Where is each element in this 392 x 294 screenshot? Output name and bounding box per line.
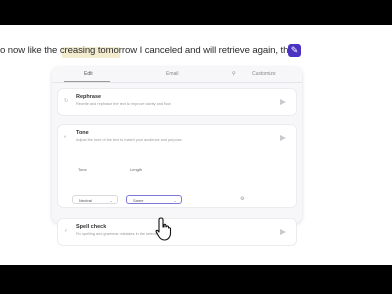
tone-select-value: Neutral — [79, 198, 92, 203]
tab-email[interactable]: Email — [166, 71, 179, 77]
tool-description: Rewrite and rephrase the text to improve… — [76, 102, 171, 106]
length-select[interactable]: Same ⌄ — [126, 195, 182, 204]
customize-icon[interactable]: ⚲ — [232, 71, 236, 77]
tone-icon: ◐ — [64, 134, 68, 140]
document-sentence: o now like the creasing tomorrow I cance… — [0, 43, 392, 59]
tool-name: Tone — [76, 130, 89, 136]
tone-option-label: Tone — [78, 167, 87, 172]
tab-edit[interactable]: Edit — [84, 71, 93, 77]
sentence-text: o now like the creasing tomorrow I cance… — [0, 45, 294, 56]
panel-tabs: Edit Email ⚲ Customize — [52, 67, 302, 83]
send-icon[interactable] — [280, 99, 286, 105]
send-icon[interactable] — [280, 229, 286, 235]
spell-check-icon: ✓ — [64, 228, 69, 234]
chevron-down-icon: ⌄ — [173, 198, 177, 203]
writing-assistant-panel: Edit Email ⚲ Customize ↻ Rephrase Rewrit… — [52, 67, 302, 245]
pen-icon[interactable]: ✎ — [288, 44, 301, 57]
length-option-label: Length — [130, 167, 143, 172]
hand-pointer-icon — [155, 217, 172, 241]
rephrase-icon: ↻ — [64, 98, 69, 104]
length-select-value: Same — [133, 198, 144, 203]
tool-name: Rephrase — [76, 94, 102, 100]
tool-rephrase[interactable]: ↻ Rephrase Rewrite and rephrase the text… — [58, 89, 296, 115]
tab-divider — [52, 82, 302, 83]
tone-select[interactable]: Neutral ⌄ — [72, 195, 118, 204]
tool-description: Adjust the tone of the text to match you… — [76, 138, 182, 142]
settings-icon[interactable]: ⚙ — [240, 196, 244, 202]
screen-content: o now like the creasing tomorrow I cance… — [0, 25, 392, 265]
send-icon[interactable] — [280, 135, 286, 141]
tool-spell-check[interactable]: ✓ Spell check Fix spelling and grammar m… — [58, 219, 296, 245]
tool-name: Spell check — [76, 224, 107, 230]
tab-customize[interactable]: Customize — [252, 71, 276, 77]
chevron-down-icon: ⌄ — [109, 198, 113, 203]
